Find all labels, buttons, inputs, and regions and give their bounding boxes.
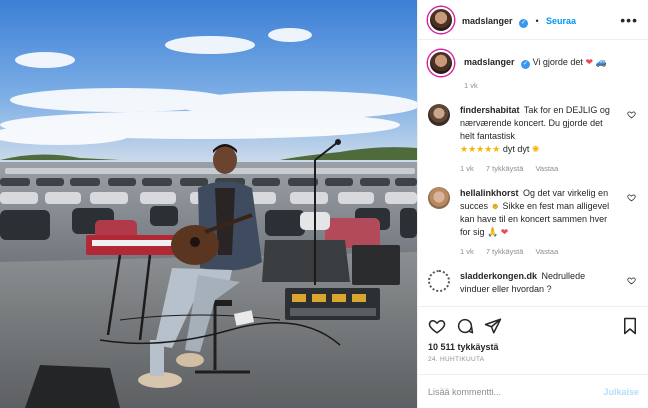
verified-badge-icon: ✓ [521,60,531,69]
comment-likes[interactable]: 7 tykkäystä [486,164,524,173]
comment-username[interactable]: hellalinkhorst [460,188,519,198]
comment-body: sladderkongen.dk Nedrullede vinduer elle… [460,270,614,296]
reply-button[interactable]: Vastaa [535,247,558,256]
concert-photo-illustration [0,0,417,408]
heart-outline-icon[interactable] [428,317,446,335]
sun-emoji-icon: ✺ [531,144,540,154]
comment-like-heart-icon[interactable] [627,276,636,285]
commenter-avatar[interactable] [428,187,450,209]
commenter-avatar[interactable] [428,270,450,292]
likes-count[interactable]: 10 511 tykkäystä [428,342,639,352]
smile-emoji-icon: ☻ [490,201,501,211]
post-comment-button[interactable]: Julkaise [603,387,639,397]
comment-likes[interactable]: 7 tykkäystä [486,247,524,256]
author-username[interactable]: madslanger [462,16,513,26]
comment-trailing-text: dyt dyt [502,144,530,154]
caption-time[interactable]: 1 vk [464,81,478,90]
heart-emoji-icon: ❤ [585,57,593,67]
star-emoji-icon: ★★★★★ [460,144,501,154]
comment-icon[interactable] [456,317,474,335]
reply-button[interactable]: Vastaa [535,164,558,173]
caption-username[interactable]: madslanger [464,57,515,67]
caption-meta: 1 vk [464,79,618,92]
comment-item: hellalinkhorst Og det var virkelig en su… [428,187,638,258]
comment-input[interactable] [428,386,604,397]
caption-body: madslanger ✓ Vi gjorde det ❤ 🚙 1 vk [464,50,618,92]
comment-username[interactable]: findershabitat [460,105,520,115]
comment-time[interactable]: 1 vk [460,164,474,173]
verified-badge-icon: ✓ [518,18,528,28]
caption-text: Vi gjorde det [532,57,583,67]
heart-emoji-icon: ❤ [500,227,509,237]
comment-like-heart-icon[interactable] [627,110,636,119]
more-options-icon[interactable]: ••• [620,13,638,27]
comment-like-heart-icon[interactable] [627,193,636,202]
post-actions: 10 511 tykkäystä 24. HUHTIKUUTA [418,306,648,363]
action-icons [428,315,639,337]
post-side-panel: madslanger ✓ • Seuraa ••• madslanger ✓ V… [417,0,648,408]
caption-avatar[interactable] [428,50,454,76]
bookmark-icon[interactable] [621,317,639,335]
separator-dot: • [535,15,539,26]
add-comment-bar: Julkaise [418,374,648,408]
follow-button[interactable]: Seuraa [546,16,576,26]
post-date: 24. HUHTIKUUTA [428,356,485,363]
praying-hands-emoji-icon: 🙏 [487,227,499,237]
caption-row: madslanger ✓ Vi gjorde det ❤ 🚙 1 vk [428,50,638,92]
comment-time[interactable]: 1 vk [460,247,474,256]
comment-item: sladderkongen.dk Nedrullede vinduer elle… [428,270,638,296]
comments-list[interactable]: madslanger ✓ Vi gjorde det ❤ 🚙 1 vk find… [418,40,648,308]
comment-item: findershabitat Tak for en DEJLIG og nærv… [428,104,638,175]
comment-body: findershabitat Tak for en DEJLIG og nærv… [460,104,614,175]
author-avatar[interactable] [428,6,454,33]
post-photo[interactable] [0,0,417,408]
comment-username[interactable]: sladderkongen.dk [460,271,537,281]
post-header: madslanger ✓ • Seuraa ••• [418,0,648,40]
author-line: madslanger ✓ • Seuraa [462,11,576,29]
comment-meta: 1 vk 7 tykkäystä Vastaa [460,162,614,175]
car-emoji-icon: 🚙 [595,57,607,67]
share-icon[interactable] [484,317,502,335]
comment-meta: 1 vk 7 tykkäystä Vastaa [460,245,614,258]
commenter-avatar[interactable] [428,104,450,126]
comment-body: hellalinkhorst Og det var virkelig en su… [460,187,614,258]
